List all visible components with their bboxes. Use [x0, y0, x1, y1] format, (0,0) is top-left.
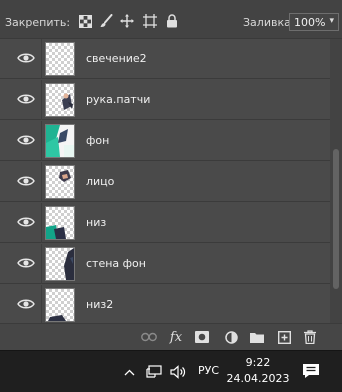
layers-panel: Закрепить: Заливка: 100% ▾ свечение2 рук… [0, 0, 342, 351]
eye-icon[interactable] [17, 52, 35, 64]
layer-thumbnail [45, 288, 75, 322]
network-icon[interactable] [145, 363, 163, 381]
language-indicator[interactable]: РУС [198, 364, 219, 377]
layer-name: лицо [86, 175, 115, 188]
layer-name: рука.патчи [86, 93, 151, 106]
fill-label: Заливка: [243, 16, 295, 29]
eye-icon[interactable] [17, 298, 35, 310]
divider [41, 80, 42, 120]
delete-layer-icon[interactable] [302, 329, 318, 345]
clock-time: 9:22 [245, 356, 271, 369]
lock-image-pixels-icon[interactable] [98, 13, 114, 29]
fill-input[interactable]: 100% ▾ [289, 13, 339, 31]
divider [41, 121, 42, 161]
lock-position-icon[interactable] [119, 13, 135, 29]
layer-name: свечение2 [86, 52, 147, 65]
new-group-icon[interactable] [249, 329, 265, 345]
fill-value: 100% [294, 16, 326, 29]
divider [41, 244, 42, 284]
layer-row[interactable]: свечение2 [0, 39, 330, 79]
chevron-up-icon[interactable] [122, 363, 136, 381]
layers-bottom-toolbar: fx [0, 323, 342, 351]
layer-row[interactable]: рука.патчи [0, 80, 330, 120]
divider [41, 162, 42, 202]
layer-name: стена фон [86, 257, 146, 270]
scrollbar-thumb[interactable] [333, 149, 339, 289]
divider [41, 203, 42, 243]
eye-icon[interactable] [17, 93, 35, 105]
divider [41, 39, 42, 79]
link-layers-icon[interactable] [141, 329, 157, 345]
layer-row[interactable]: лицо [0, 162, 330, 202]
windows-taskbar: РУС 9:22 24.04.2023 [0, 350, 342, 392]
lock-bar: Закрепить: Заливка: 100% ▾ [0, 0, 342, 39]
clock-date: 24.04.2023 [226, 372, 290, 385]
add-mask-icon[interactable] [194, 329, 210, 345]
layer-row[interactable]: стена фон [0, 244, 330, 284]
adjustment-layer-icon[interactable] [223, 329, 239, 345]
chevron-down-icon: ▾ [329, 16, 334, 26]
clock[interactable]: 9:22 24.04.2023 [223, 355, 293, 387]
eye-icon[interactable] [17, 216, 35, 228]
volume-icon[interactable] [170, 363, 188, 381]
layer-thumbnail [45, 165, 75, 199]
layer-name: низ [86, 216, 107, 229]
layer-thumbnail [45, 206, 75, 240]
layers-list: свечение2 рука.патчи фон лицо низ стена … [0, 39, 330, 323]
fx-icon[interactable]: fx [168, 329, 184, 345]
eye-icon[interactable] [17, 134, 35, 146]
divider [41, 285, 42, 323]
layers-scrollbar[interactable] [330, 39, 342, 323]
notification-icon[interactable] [300, 361, 322, 381]
lock-artboard-icon[interactable] [142, 13, 158, 29]
lock-label: Закрепить: [5, 16, 71, 29]
layer-name: фон [86, 134, 110, 147]
lock-transparent-pixels-icon[interactable] [77, 13, 93, 29]
eye-icon[interactable] [17, 175, 35, 187]
layer-thumbnail [45, 247, 75, 281]
layer-row[interactable]: низ2 [0, 285, 330, 323]
layer-thumbnail [45, 124, 75, 158]
layer-row[interactable]: фон [0, 121, 330, 161]
layer-row[interactable]: низ [0, 203, 330, 243]
eye-icon[interactable] [17, 257, 35, 269]
layer-thumbnail [45, 83, 75, 117]
new-layer-icon[interactable] [276, 329, 292, 345]
lock-all-icon[interactable] [164, 13, 180, 29]
layer-thumbnail [45, 42, 75, 76]
layer-name: низ2 [86, 298, 114, 311]
